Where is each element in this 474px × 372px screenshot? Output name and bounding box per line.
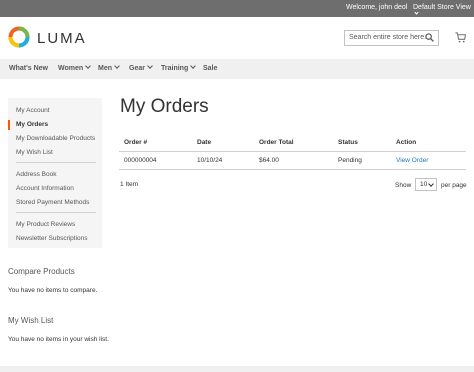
store-switcher[interactable]: Default Store View [413,4,474,18]
sidebar-item-my-account[interactable]: My Account [16,107,50,114]
show-label: Show [395,182,412,189]
order-date: 10/10/24 [197,157,223,164]
search-input[interactable]: Search entire store here... [344,30,439,46]
table-row-divider [119,169,466,170]
active-indicator [8,120,10,130]
per-page-label: per page [441,182,467,189]
column-header-order-total: Order Total [259,139,294,146]
nav-item-training[interactable]: Training [161,63,197,72]
footer-strip [0,366,474,372]
column-header-status: Status [338,139,358,146]
nav-label: Gear [129,65,145,72]
search-icon[interactable] [425,33,434,42]
nav-item-men[interactable]: Men [98,63,120,72]
table-header-divider [119,151,466,152]
chevron-down-icon [414,10,419,15]
site-header: LUMA Search entire store here... [0,17,474,59]
chevron-down-icon [85,63,91,69]
search-placeholder: Search entire store here... [349,34,430,41]
sidebar-item-account-information[interactable]: Account Information [16,185,74,192]
page-title: My Orders [120,96,209,117]
nav-label: Sale [203,65,218,72]
page-limiter-select[interactable]: 10 [415,178,437,191]
wish-list-title: My Wish List [8,316,54,325]
welcome-message: Welcome, john deol [346,4,408,11]
compare-products-title: Compare Products [8,267,75,276]
chevron-down-icon [190,63,197,69]
chevron-down-icon [428,181,434,187]
chevron-down-icon [114,63,120,69]
chevron-down-icon [147,63,153,69]
top-bar: Welcome, john deol Default Store View [0,0,474,17]
nav-item-women[interactable]: Women [58,63,91,72]
account-sidebar: My Account My Orders My Downloadable Pro… [8,98,102,248]
cart-icon[interactable] [455,32,466,43]
column-header-date: Date [197,139,212,146]
sidebar-divider [16,162,96,163]
sidebar-item-newsletter-subscriptions[interactable]: Newsletter Subscriptions [16,235,88,242]
nav-label: Training [161,65,189,72]
order-status: Pending [338,157,362,164]
nav-label: Women [58,65,84,72]
nav-item-gear[interactable]: Gear [129,63,153,72]
nav-label: Men [98,65,112,72]
luma-logo-icon[interactable] [8,26,30,48]
limiter-value: 10 [420,181,428,188]
sidebar-item-my-orders[interactable]: My Orders [16,121,48,128]
logo-text[interactable]: LUMA [37,30,87,47]
sidebar-item-product-reviews[interactable]: My Product Reviews [16,221,75,228]
sidebar-divider [16,212,96,213]
view-order-link[interactable]: View Order [396,157,428,164]
item-count: 1 Item [120,181,139,188]
sidebar-item-downloadable-products[interactable]: My Downloadable Products [16,135,95,142]
column-header-action: Action [396,139,417,146]
order-number: 000000004 [124,157,157,164]
wish-list-empty-text: You have no items in your wish list. [8,336,109,343]
store-switcher-label: Default Store View [413,4,471,11]
sidebar-item-stored-payment-methods[interactable]: Stored Payment Methods [16,199,89,206]
sidebar-item-address-book[interactable]: Address Book [16,171,56,178]
nav-label: What's New [9,65,49,72]
column-header-order: Order # [124,139,148,146]
compare-products-empty-text: You have no items to compare. [8,287,98,294]
main-navigation: What's New Women Men Gear Training Sale [0,59,474,79]
order-total: $64.00 [259,157,279,164]
nav-item-whats-new[interactable]: What's New [9,65,48,72]
sidebar-item-wish-list[interactable]: My Wish List [16,149,53,156]
nav-item-sale[interactable]: Sale [203,65,217,72]
